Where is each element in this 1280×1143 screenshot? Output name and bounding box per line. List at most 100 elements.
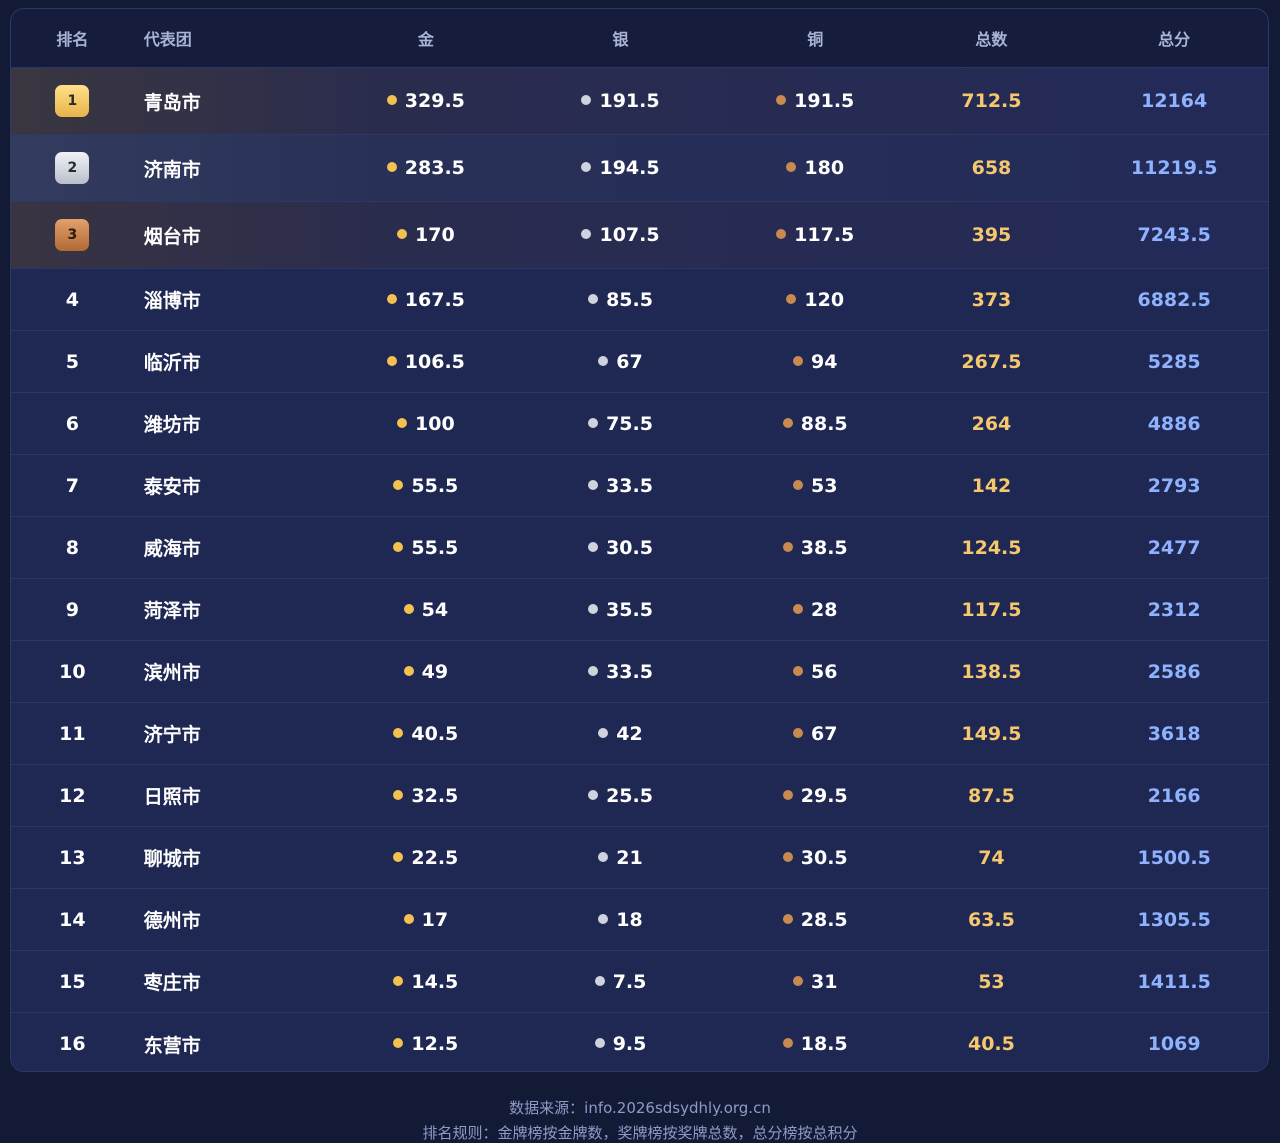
silver-cell: 194.5 bbox=[513, 157, 728, 179]
gold-medal-dot-icon bbox=[393, 975, 404, 986]
gold-count: 14.5 bbox=[411, 970, 459, 993]
gold-cell: 283.5 bbox=[338, 157, 513, 179]
bronze-medal-dot-icon bbox=[792, 727, 803, 738]
bronze-medal-dot-icon bbox=[792, 479, 803, 490]
header-score[interactable]: 总分 bbox=[1080, 26, 1268, 50]
table-row[interactable]: 16 东营市 12.5 9.5 18.5 40.5 1069 bbox=[11, 1013, 1268, 1071]
gold-medal-dot-icon bbox=[393, 1038, 404, 1048]
city-name: 菏泽市 bbox=[143, 600, 201, 622]
table-row[interactable]: 13 聊城市 22.5 21 30.5 74 1500.5 bbox=[11, 827, 1268, 889]
rank-cell: 16 bbox=[59, 1033, 86, 1055]
table-row[interactable]: 15 枣庄市 14.5 7.5 31 53 1411.5 bbox=[11, 951, 1268, 1013]
rank-badge: 3 bbox=[55, 219, 90, 251]
city-name: 济宁市 bbox=[143, 724, 201, 746]
total-score: 2312 bbox=[1147, 598, 1201, 621]
silver-count: 7.5 bbox=[612, 970, 647, 993]
silver-medal-dot-icon bbox=[588, 417, 599, 428]
city-name: 烟台市 bbox=[143, 225, 201, 248]
gold-medal-dot-icon bbox=[393, 479, 404, 490]
table-row[interactable]: 8 威海市 55.5 30.5 38.5 124.5 2477 bbox=[11, 517, 1268, 579]
gold-count: 54 bbox=[421, 598, 449, 621]
gold-count: 167.5 bbox=[404, 288, 465, 311]
gold-cell: 32.5 bbox=[338, 785, 513, 807]
silver-count: 18 bbox=[616, 908, 643, 931]
silver-count: 35.5 bbox=[606, 598, 653, 621]
table-row[interactable]: 12 日照市 32.5 25.5 29.5 87.5 2166 bbox=[11, 765, 1268, 827]
table-row[interactable]: 9 菏泽市 54 35.5 28 117.5 2312 bbox=[11, 579, 1268, 641]
total-count: 117.5 bbox=[961, 598, 1022, 621]
bronze-cell: 67 bbox=[728, 723, 903, 745]
bronze-count: 67 bbox=[810, 722, 838, 745]
silver-medal-dot-icon bbox=[588, 789, 599, 800]
bronze-medal-dot-icon bbox=[782, 417, 793, 428]
header-gold[interactable]: 金 bbox=[338, 26, 513, 50]
table-row[interactable]: 11 济宁市 40.5 42 67 149.5 3618 bbox=[11, 703, 1268, 765]
bronze-medal-dot-icon bbox=[792, 665, 803, 676]
bronze-count: 30.5 bbox=[800, 846, 848, 869]
total-score: 12164 bbox=[1141, 90, 1208, 112]
header-silver[interactable]: 银 bbox=[513, 26, 728, 50]
silver-count: 67 bbox=[616, 350, 643, 373]
table-row[interactable]: 6 潍坊市 100 75.5 88.5 264 4886 bbox=[11, 393, 1268, 455]
city-name: 淄博市 bbox=[143, 290, 201, 312]
silver-count: 107.5 bbox=[599, 224, 660, 246]
total-score: 6882.5 bbox=[1137, 288, 1211, 311]
bronze-count: 29.5 bbox=[800, 784, 848, 807]
bronze-count: 117.5 bbox=[794, 224, 855, 246]
gold-medal-dot-icon bbox=[393, 541, 404, 552]
city-name: 青岛市 bbox=[143, 91, 201, 114]
silver-count: 75.5 bbox=[606, 412, 653, 435]
total-count: 124.5 bbox=[961, 536, 1022, 559]
gold-medal-dot-icon bbox=[403, 913, 414, 924]
table-row[interactable]: 10 滨州市 49 33.5 56 138.5 2586 bbox=[11, 641, 1268, 703]
table-row[interactable]: 14 德州市 17 18 28.5 63.5 1305.5 bbox=[11, 889, 1268, 951]
city-name: 泰安市 bbox=[143, 476, 201, 498]
silver-medal-dot-icon bbox=[594, 975, 605, 986]
total-count: 138.5 bbox=[961, 660, 1022, 683]
gold-cell: 55.5 bbox=[338, 475, 513, 497]
table-row[interactable]: 5 临沂市 106.5 67 94 267.5 5285 bbox=[11, 331, 1268, 393]
silver-medal-dot-icon bbox=[588, 665, 599, 676]
bronze-cell: 28.5 bbox=[728, 909, 903, 931]
silver-cell: 25.5 bbox=[513, 785, 728, 807]
silver-medal-dot-icon bbox=[598, 355, 609, 366]
bronze-cell: 180 bbox=[728, 157, 903, 179]
bronze-count: 94 bbox=[810, 350, 838, 373]
city-name: 聊城市 bbox=[143, 848, 201, 870]
rank-cell: 4 bbox=[65, 288, 80, 311]
silver-medal-dot-icon bbox=[588, 541, 599, 552]
table-row[interactable]: 3 烟台市 170 107.5 117.5 395 7243.5 bbox=[11, 202, 1268, 269]
gold-medal-dot-icon bbox=[403, 603, 414, 614]
rank-cell: 6 bbox=[65, 412, 80, 435]
silver-count: 194.5 bbox=[599, 157, 660, 179]
silver-cell: 85.5 bbox=[513, 289, 728, 311]
gold-cell: 22.5 bbox=[338, 847, 513, 869]
table-row[interactable]: 4 淄博市 167.5 85.5 120 373 6882.5 bbox=[11, 269, 1268, 331]
rank-cell: 7 bbox=[65, 474, 80, 497]
silver-cell: 9.5 bbox=[513, 1033, 728, 1055]
gold-cell: 12.5 bbox=[338, 1033, 513, 1055]
gold-cell: 40.5 bbox=[338, 723, 513, 745]
city-name: 临沂市 bbox=[143, 352, 201, 374]
header-bronze[interactable]: 铜 bbox=[728, 26, 903, 50]
table-row[interactable]: 7 泰安市 55.5 33.5 53 142 2793 bbox=[11, 455, 1268, 517]
silver-cell: 21 bbox=[513, 847, 728, 869]
city-name: 日照市 bbox=[143, 786, 201, 808]
bronze-medal-dot-icon bbox=[782, 1038, 793, 1048]
rank-cell: 13 bbox=[59, 846, 86, 869]
total-score: 2477 bbox=[1147, 536, 1201, 559]
total-score: 5285 bbox=[1147, 350, 1201, 373]
total-count: 267.5 bbox=[961, 350, 1022, 373]
bronze-count: 28.5 bbox=[800, 908, 848, 931]
total-score: 4886 bbox=[1147, 412, 1201, 435]
total-score: 1305.5 bbox=[1137, 908, 1211, 931]
bronze-medal-dot-icon bbox=[782, 913, 793, 924]
table-row[interactable]: 1 青岛市 329.5 191.5 191.5 712.5 12164 bbox=[11, 68, 1268, 135]
table-row[interactable]: 2 济南市 283.5 194.5 180 658 11219.5 bbox=[11, 135, 1268, 202]
header-rank[interactable]: 排名 bbox=[11, 26, 134, 50]
total-score: 1500.5 bbox=[1137, 846, 1211, 869]
total-count: 87.5 bbox=[967, 784, 1015, 807]
header-total[interactable]: 总数 bbox=[903, 26, 1081, 50]
silver-cell: 33.5 bbox=[513, 475, 728, 497]
header-city[interactable]: 代表团 bbox=[134, 26, 339, 50]
